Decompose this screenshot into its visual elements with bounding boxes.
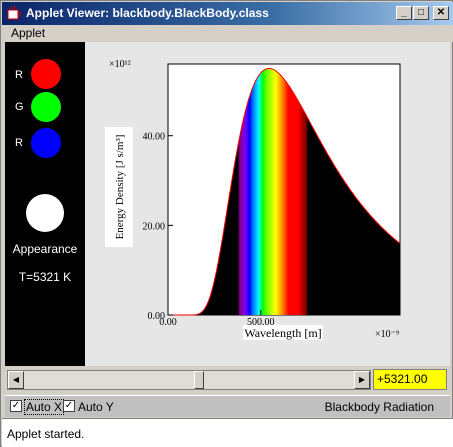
x-scale-label: ×10⁻⁹: [375, 329, 400, 340]
y-axis-label: Energy Density [J s/m³]: [114, 135, 126, 240]
channel-label-green: G: [15, 101, 24, 113]
y-tick-label: 40.00: [143, 132, 166, 143]
auto-x-checkbox[interactable]: ✓: [10, 400, 22, 412]
auto-y-label[interactable]: Auto Y: [78, 400, 114, 414]
applet-viewer-window: Applet Viewer: blackbody.BlackBody.class…: [0, 0, 453, 447]
x-axis-label: Wavelength [m]: [244, 326, 321, 340]
color-panel: R G R Appearance T=5321 K: [5, 42, 85, 366]
slider-thumb[interactable]: [193, 371, 204, 389]
y-scale-label: ×10¹²: [109, 59, 131, 70]
scroll-right-arrow-icon[interactable]: ▶: [354, 371, 370, 389]
temperature-readout: T=5321 K: [18, 270, 72, 284]
appearance-label: Appearance: [12, 242, 78, 256]
green-channel-dot: [31, 92, 61, 122]
status-bar: Applet started.: [2, 418, 453, 447]
auto-x-label[interactable]: Auto X: [24, 399, 65, 415]
temperature-input[interactable]: +5321.00: [373, 369, 447, 390]
y-tick-label: 0.00: [148, 311, 166, 322]
minimize-button[interactable]: _: [396, 6, 412, 20]
java-applet-icon: [7, 5, 21, 20]
window-title: Applet Viewer: blackbody.BlackBody.class: [26, 6, 269, 20]
options-row: ✓ Auto X ✓ Auto Y Blackbody Radiation: [5, 395, 450, 417]
maximize-button[interactable]: □: [413, 6, 429, 20]
title-bar[interactable]: Applet Viewer: blackbody.BlackBody.class…: [2, 2, 453, 25]
chart-name-label: Blackbody Radiation: [324, 400, 434, 414]
channel-label-red: R: [15, 69, 23, 81]
menu-applet[interactable]: Applet: [11, 26, 45, 40]
blackbody-chart: 0.00 500.00 0.0020.0040.00 ×10¹² ×10⁻⁹ Wa…: [105, 59, 401, 340]
scroll-left-arrow-icon[interactable]: ◀: [8, 371, 24, 389]
red-channel-dot: [31, 59, 61, 89]
channel-label-blue: R: [15, 137, 23, 149]
status-text: Applet started.: [7, 427, 85, 441]
blue-channel-dot: [31, 128, 61, 158]
appearance-color-swatch: [26, 194, 64, 232]
y-tick-label: 20.00: [143, 221, 166, 232]
temperature-slider[interactable]: ◀ ▶: [7, 370, 371, 390]
menu-bar: Applet: [2, 25, 453, 42]
close-button[interactable]: ✕: [433, 6, 449, 20]
temperature-control-row: ◀ ▶ +5321.00: [5, 367, 450, 393]
auto-y-checkbox[interactable]: ✓: [63, 400, 75, 412]
